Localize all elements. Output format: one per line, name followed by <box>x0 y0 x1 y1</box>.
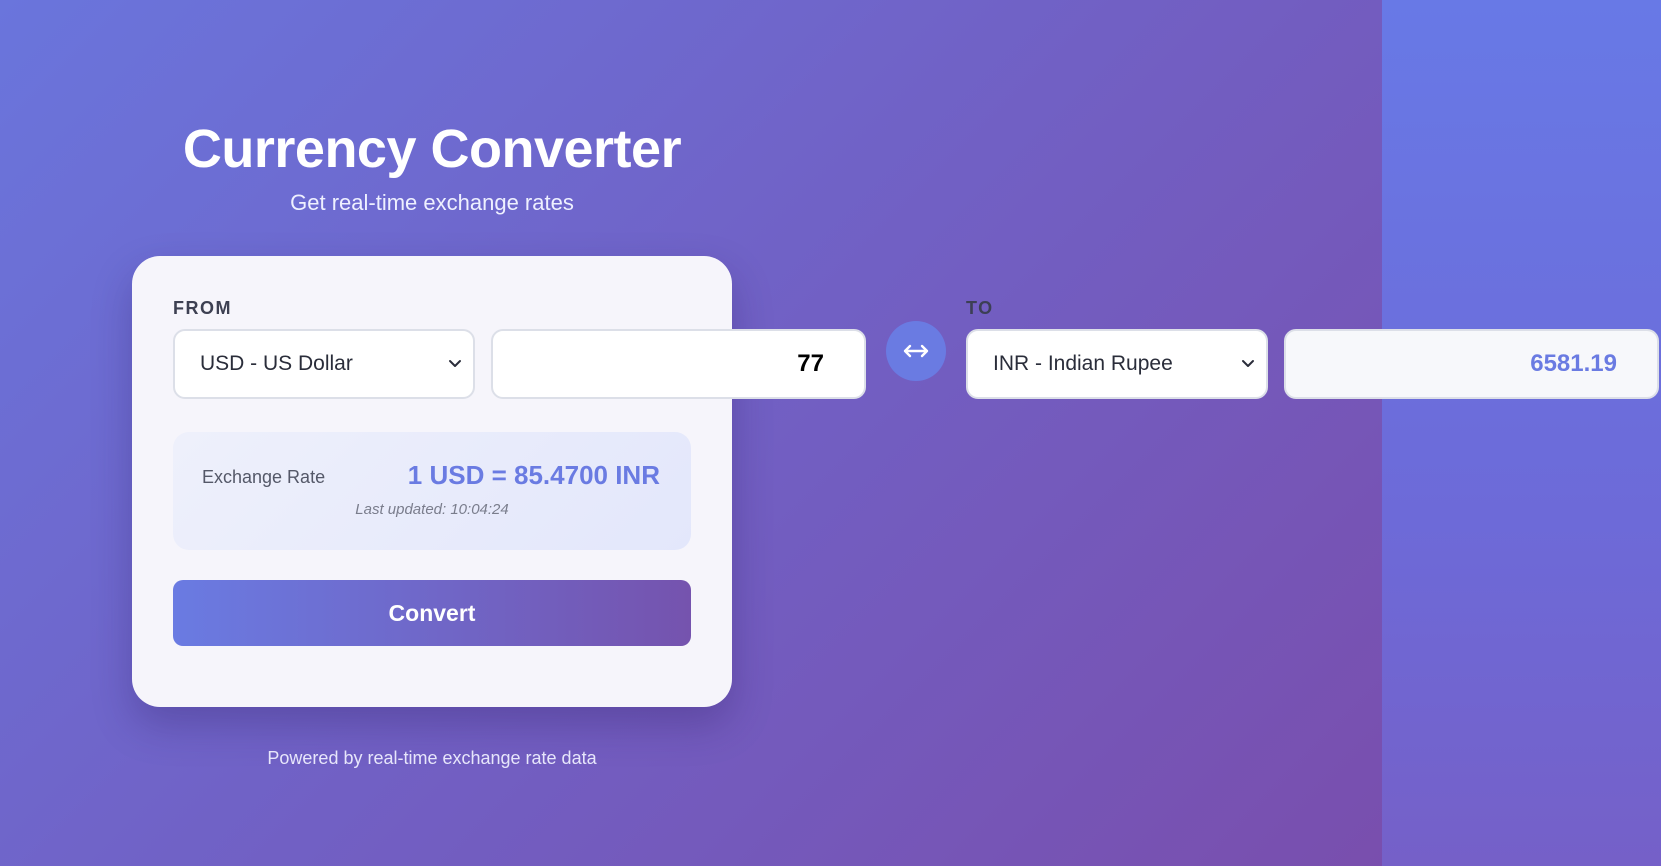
to-amount-output: 6581.19 <box>1284 329 1659 399</box>
background-strip <box>1382 0 1661 866</box>
from-label: FROM <box>173 298 232 318</box>
from-currency-value: USD - US Dollar <box>200 352 353 375</box>
to-currency-value: INR - Indian Rupee <box>993 352 1173 375</box>
page-title: Currency Converter <box>182 119 682 179</box>
last-updated-text: Last updated: 10:04:24 <box>355 501 509 518</box>
convert-button[interactable]: Convert <box>173 580 691 646</box>
exchange-rate-value: 1 USD = 85.4700 INR <box>407 460 660 490</box>
chevron-down-icon <box>449 360 461 367</box>
exchange-rate-label: Exchange Rate <box>202 467 326 487</box>
swap-button[interactable] <box>886 321 946 381</box>
swap-arrows-icon <box>903 344 929 358</box>
from-amount-input[interactable]: 77 <box>491 329 866 399</box>
chevron-down-icon <box>1242 360 1254 367</box>
to-label: TO <box>966 298 994 318</box>
exchange-rate-panel <box>173 432 691 550</box>
from-currency-select[interactable]: USD - US Dollar <box>173 329 475 399</box>
footer-text: Powered by real-time exchange rate data <box>267 748 597 768</box>
page-subtitle: Get real-time exchange rates <box>290 190 574 215</box>
to-currency-select[interactable]: INR - Indian Rupee <box>966 329 1268 399</box>
